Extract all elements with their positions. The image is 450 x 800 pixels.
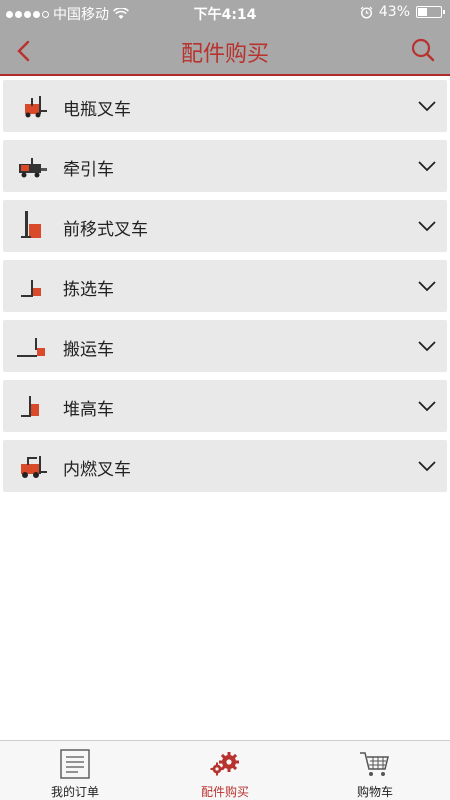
category-row-stacker[interactable]: 堆高车 <box>3 380 447 432</box>
category-row-order-picker[interactable]: 拣选车 <box>3 260 447 312</box>
category-list: 电瓶叉车 牵引车 前移式叉车 拣选车 搬运车 堆高车 内燃叉车 <box>3 80 447 500</box>
category-row-reach-truck[interactable]: 前移式叉车 <box>3 200 447 252</box>
tab-my-orders[interactable]: 我的订单 <box>0 741 150 800</box>
tab-bar: 我的订单 配件购买 购物车 <box>0 740 450 800</box>
chevron-down-icon[interactable] <box>417 276 437 296</box>
category-row-tow-tractor[interactable]: 牵引车 <box>3 140 447 192</box>
category-label: 内燃叉车 <box>63 460 131 480</box>
tab-label: 我的订单 <box>50 785 99 799</box>
category-label: 前移式叉车 <box>63 220 148 240</box>
cart-icon <box>360 752 389 776</box>
chevron-down-icon[interactable] <box>417 456 437 476</box>
chevron-down-icon[interactable] <box>417 156 437 176</box>
alarm-clock-icon <box>360 6 373 19</box>
tab-parts-purchase[interactable]: 配件购买 <box>150 741 300 800</box>
category-label: 拣选车 <box>63 280 114 300</box>
orders-icon <box>60 749 90 779</box>
status-right: 43% <box>360 4 445 20</box>
reach-truck-icon <box>21 211 41 238</box>
pallet-truck-icon <box>17 338 45 357</box>
tab-label: 购物车 <box>356 785 393 799</box>
chevron-down-icon[interactable] <box>417 96 437 116</box>
chevron-down-icon[interactable] <box>417 216 437 236</box>
category-row-ic-forklift[interactable]: 内燃叉车 <box>3 440 447 492</box>
search-icon[interactable] <box>408 35 438 65</box>
status-bar: 中国移动 下午4:14 43% <box>0 0 450 26</box>
category-label: 牵引车 <box>63 160 114 180</box>
page-title: 配件购买 <box>180 42 269 67</box>
order-picker-icon <box>21 280 41 297</box>
nav-bar: 配件购买 <box>0 26 450 76</box>
battery-icon <box>416 6 445 18</box>
gears-icon <box>210 752 239 776</box>
battery-percent: 43% <box>378 4 410 20</box>
category-label: 电瓶叉车 <box>63 100 131 120</box>
tab-cart[interactable]: 购物车 <box>300 741 450 800</box>
category-row-electric-forklift[interactable]: 电瓶叉车 <box>3 80 447 132</box>
ic-forklift-icon <box>21 456 47 478</box>
tab-label: 配件购买 <box>200 785 249 799</box>
electric-forklift-icon <box>25 96 47 118</box>
tow-tractor-icon <box>19 158 47 178</box>
chevron-down-icon[interactable] <box>417 396 437 416</box>
category-label: 堆高车 <box>63 400 114 420</box>
chevron-down-icon[interactable] <box>417 336 437 356</box>
category-label: 搬运车 <box>63 340 114 360</box>
stacker-icon <box>21 396 39 417</box>
category-row-pallet-truck[interactable]: 搬运车 <box>3 320 447 372</box>
